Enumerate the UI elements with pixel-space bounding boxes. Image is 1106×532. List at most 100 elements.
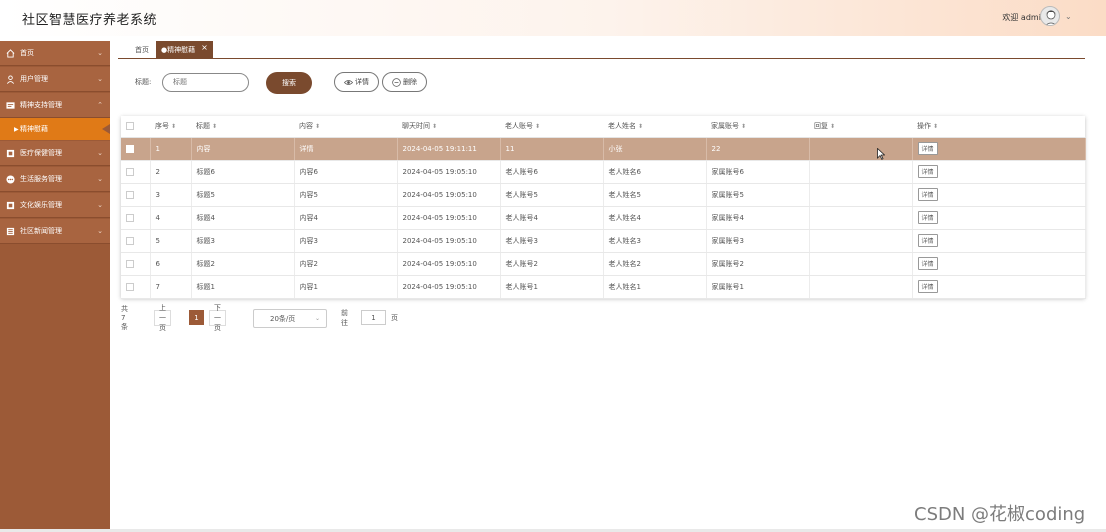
prev-page-button[interactable]: 上一页: [154, 304, 171, 332]
cell-no: 7: [150, 275, 192, 299]
table-header-row: 序号 ⬍ 标题 ⬍ 内容 ⬍ 聊天时间 ⬍ 老人账号 ⬍ 老人姓名 ⬍ 家属账号 ⬍ 回复 ⬍ …: [121, 116, 1085, 138]
news-icon: [6, 227, 15, 235]
table-row[interactable]: 3 标题5 内容5 2024-04-05 19:05:10 老人账号5 老人姓名5 家属账号…: [121, 183, 1086, 207]
cell-name: 老人姓名6: [603, 160, 707, 184]
sidebar-item-culture[interactable]: 文化娱乐管理 ⌄: [0, 193, 110, 218]
chevron-down-icon: ⌄: [97, 175, 103, 183]
delete-button[interactable]: 删除: [382, 72, 427, 92]
row-detail-button[interactable]: 详情: [917, 280, 938, 293]
cell-no: 1: [150, 137, 192, 161]
row-detail-button[interactable]: 详情: [917, 142, 938, 155]
cell-reply: [809, 183, 913, 207]
sidebar-item-mental-support[interactable]: 精神支持管理 ⌃: [0, 93, 110, 118]
column-header[interactable]: 聊天时间 ⬍: [397, 116, 500, 138]
tab-mental-comfort[interactable]: ●精神慰藉 ×: [156, 41, 213, 58]
row-checkbox[interactable]: [121, 183, 151, 207]
action-cell: 详情: [912, 160, 1086, 184]
page-size-select[interactable]: 20条/页 ⌄: [253, 309, 327, 328]
select-all-checkbox[interactable]: [121, 116, 150, 138]
action-cell: 详情: [912, 206, 1086, 230]
user-avatar-icon: [1045, 10, 1057, 25]
chevron-down-icon[interactable]: ⌄: [1065, 12, 1072, 21]
close-icon[interactable]: ×: [201, 43, 208, 52]
row-detail-button[interactable]: 详情: [917, 234, 938, 247]
column-header[interactable]: 序号 ⬍: [150, 116, 191, 138]
cell-reply: [809, 160, 913, 184]
row-detail-button[interactable]: 详情: [917, 257, 938, 270]
cell-account: 老人账号2: [500, 252, 604, 276]
table-row[interactable]: 7 标题1 内容1 2024-04-05 19:05:10 老人账号1 老人姓名1 家属账号…: [121, 275, 1086, 299]
row-checkbox[interactable]: [121, 206, 151, 230]
search-button[interactable]: 搜索: [266, 72, 312, 94]
eye-icon: [344, 79, 353, 85]
cell-account: 老人账号6: [500, 160, 604, 184]
heart-card-icon: [6, 101, 15, 109]
chevron-down-icon: ⌄: [97, 201, 103, 209]
row-detail-button[interactable]: 详情: [917, 165, 938, 178]
column-header[interactable]: 家属账号 ⬍: [706, 116, 809, 138]
table-row[interactable]: 2 标题6 内容6 2024-04-05 19:05:10 老人账号6 老人姓名6 家属账号…: [121, 160, 1086, 184]
cell-time: 2024-04-05 19:05:10: [397, 183, 501, 207]
tab-label: 首页: [135, 45, 149, 54]
sidebar-item-medical[interactable]: 医疗保健管理 ⌄: [0, 141, 110, 166]
cell-name: 老人姓名4: [603, 206, 707, 230]
current-page[interactable]: 1: [189, 310, 204, 325]
cell-family: 家属账号6: [706, 160, 810, 184]
mouse-cursor-icon: [877, 148, 885, 160]
tab-home[interactable]: 首页: [130, 41, 154, 58]
column-header[interactable]: 操作 ⬍: [912, 116, 1085, 138]
sort-icon: ⬍: [535, 123, 541, 131]
sidebar-item-users[interactable]: 用户管理 ⌄: [0, 67, 110, 92]
next-page-button[interactable]: 下一页: [209, 304, 226, 332]
cell-title: 内容: [191, 137, 295, 161]
cell-name: 小张: [603, 137, 707, 161]
action-cell: 详情: [912, 252, 1086, 276]
sidebar-item-news[interactable]: 社区新闻管理 ⌄: [0, 219, 110, 244]
cell-title: 标题4: [191, 206, 295, 230]
cell-family: 家属账号2: [706, 252, 810, 276]
cell-reply: [809, 275, 913, 299]
column-header[interactable]: 回复 ⬍: [809, 116, 912, 138]
row-checkbox[interactable]: [121, 137, 151, 161]
detail-button[interactable]: 详情: [334, 72, 379, 92]
sort-icon: ⬍: [638, 123, 644, 131]
top-bar: 社区智慧医疗养老系统 欢迎 admin ⌄: [0, 0, 1106, 36]
avatar[interactable]: [1040, 6, 1060, 26]
cell-time: 2024-04-05 19:05:10: [397, 160, 501, 184]
sidebar-item-home[interactable]: 首页 ⌄: [0, 41, 110, 66]
column-header[interactable]: 老人账号 ⬍: [500, 116, 603, 138]
cell-name: 老人姓名2: [603, 252, 707, 276]
table-row[interactable]: 5 标题3 内容3 2024-04-05 19:05:10 老人账号3 老人姓名3 家属账号…: [121, 229, 1086, 253]
table-row[interactable]: 4 标题4 内容4 2024-04-05 19:05:10 老人账号4 老人姓名4 家属账号…: [121, 206, 1086, 230]
minus-circle-icon: [392, 77, 401, 87]
sidebar-item-label: 精神支持管理: [20, 101, 62, 109]
cell-content: 内容3: [294, 229, 398, 253]
row-checkbox[interactable]: [121, 229, 151, 253]
column-header[interactable]: 标题 ⬍: [191, 116, 294, 138]
cell-time: 2024-04-05 19:11:11: [397, 137, 501, 161]
cell-time: 2024-04-05 19:05:10: [397, 206, 501, 230]
column-header[interactable]: 老人姓名 ⬍: [603, 116, 706, 138]
sidebar-item-life-service[interactable]: 生活服务管理 ⌄: [0, 167, 110, 192]
search-label: 标题:: [135, 78, 152, 86]
row-detail-button[interactable]: 详情: [917, 188, 938, 201]
table-row[interactable]: 6 标题2 内容2 2024-04-05 19:05:10 老人账号2 老人姓名2 家属账号…: [121, 252, 1086, 276]
cell-family: 家属账号5: [706, 183, 810, 207]
app-title: 社区智慧医疗养老系统: [22, 13, 158, 28]
cell-content: 内容6: [294, 160, 398, 184]
sidebar-item-mental-comfort[interactable]: ▶ 精神慰藉: [0, 118, 110, 140]
cell-title: 标题3: [191, 229, 295, 253]
cell-title: 标题2: [191, 252, 295, 276]
row-checkbox[interactable]: [121, 160, 151, 184]
goto-page-input[interactable]: 1: [361, 310, 386, 325]
row-checkbox[interactable]: [121, 252, 151, 276]
tab-divider: [118, 58, 1085, 59]
title-search-input[interactable]: [162, 73, 249, 92]
chevron-down-icon: ⌄: [97, 149, 103, 157]
row-checkbox[interactable]: [121, 275, 151, 299]
column-header[interactable]: 内容 ⬍: [294, 116, 397, 138]
table-row[interactable]: 1 内容 详情 2024-04-05 19:11:11 11 小张 22 详情: [121, 137, 1086, 161]
cell-content: 内容1: [294, 275, 398, 299]
cell-reply: [809, 252, 913, 276]
row-detail-button[interactable]: 详情: [917, 211, 938, 224]
